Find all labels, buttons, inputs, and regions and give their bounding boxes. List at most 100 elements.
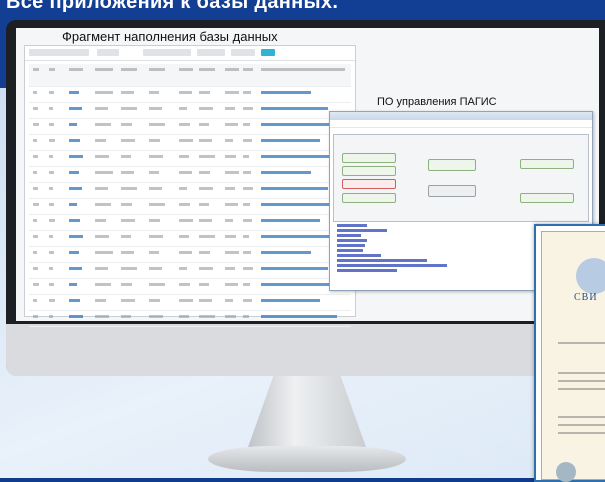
certificate-text-line [558,388,605,390]
table-cell [243,187,253,190]
table-cell [121,299,136,302]
table-cell [49,155,54,158]
table-cell [179,283,191,286]
table-cell [69,267,82,270]
table-cell [33,68,39,71]
table-cell [199,155,215,158]
table-cell [121,68,137,71]
table-cell [243,68,253,71]
table-cell [225,267,235,270]
table-cell [179,251,192,254]
table-row [29,311,351,327]
window-menubar [330,120,592,128]
log-line [337,259,427,262]
table-cell [121,187,137,190]
panel-button [342,166,396,176]
table-cell [225,315,237,318]
table-cell [33,315,39,318]
table-cell [33,267,38,270]
pagis-software-title: ПО управления ПАГИС [377,96,497,108]
table-cell [149,171,159,174]
table-cell [69,171,79,174]
panel-button [342,179,396,189]
table-cell [243,171,251,174]
table-cell [243,267,253,270]
table-cell [149,251,159,254]
table-cell [243,139,252,142]
table-cell [121,203,133,206]
table-cell [261,139,320,142]
table-cell [95,283,112,286]
table-row [29,263,351,279]
table-cell [225,139,234,142]
table-row [29,279,351,295]
table-row [29,167,351,183]
table-cell [225,171,239,174]
table-cell [149,219,161,222]
table-cell [199,235,215,238]
table-cell [243,315,249,318]
table-row [29,215,351,231]
table-cell [49,187,53,190]
table-row [29,247,351,263]
table-cell [261,91,312,94]
log-line [337,224,367,227]
table-cell [49,219,55,222]
table-cell [149,267,162,270]
table-cell [95,299,106,302]
database-screenshot [24,45,356,327]
certificate-text-line [558,342,605,344]
panel-button [428,159,476,171]
table-cell [33,219,38,222]
table-cell [261,299,320,302]
table-cell [243,123,250,126]
apply-button [261,49,275,56]
table-row [29,183,351,199]
table-cell [179,91,192,94]
table-cell [199,139,212,142]
certificate-emblem [576,258,605,294]
table-cell [33,123,39,126]
table-cell [225,155,237,158]
table-cell [95,187,108,190]
log-line [337,234,361,237]
table-cell [121,283,133,286]
table-cell [261,155,337,158]
log-line [337,249,363,252]
table-cell [179,139,193,142]
table-cell [149,123,165,126]
table-cell [225,107,235,110]
table-cell [69,123,78,126]
table-cell [149,68,165,71]
table-cell [69,139,81,142]
filter-control [231,49,255,56]
table-cell [95,219,106,222]
table-cell [49,171,55,174]
table-cell [121,155,131,158]
table-cell [121,235,131,238]
table-cell [121,91,134,94]
table-cell [95,107,108,110]
table-cell [33,107,38,110]
table-cell [33,139,38,142]
table-cell [179,171,192,174]
table-cell [149,139,161,142]
log-line [337,229,387,232]
table-cell [33,91,37,94]
table-cell [121,251,134,254]
table-cell [179,187,188,190]
monitor-chin [6,324,605,376]
table-cell [179,203,191,206]
table-cell [33,235,39,238]
filter-control [143,49,191,56]
table-cell [261,107,329,110]
table-cell [69,187,82,190]
table-cell [225,187,235,190]
table-cell [69,203,78,206]
table-cell [95,315,110,318]
table-row [29,151,351,167]
table-cell [199,299,212,302]
table-cell [69,251,79,254]
filter-control [197,49,225,56]
table-cell [33,203,39,206]
